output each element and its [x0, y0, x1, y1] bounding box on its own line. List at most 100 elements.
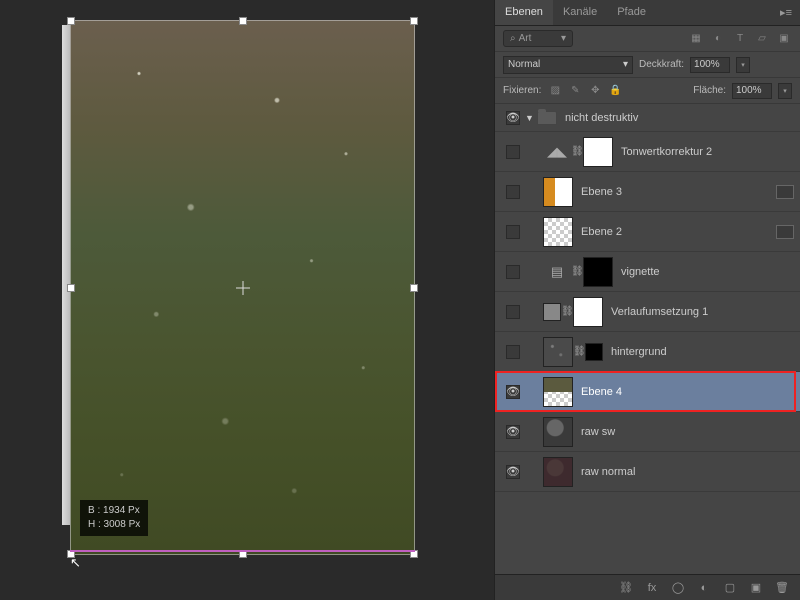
layer-row-tonwertkorrektur[interactable]: ◢◣ ⛓ Tonwertkorrektur 2: [495, 132, 800, 172]
layer-filter-select[interactable]: ⌕ Art ▾: [503, 30, 573, 47]
layer-name[interactable]: hintergrund: [611, 346, 667, 358]
levels-adjustment-icon: ◢◣: [543, 145, 571, 159]
visibility-toggle[interactable]: [506, 225, 520, 239]
layer-row-vignette[interactable]: ▤ ⛓ vignette: [495, 252, 800, 292]
disclosure-triangle-icon[interactable]: ▼: [525, 113, 537, 123]
layers-list: 👁 ▼ nicht destruktiv ◢◣ ⛓ Tonwertkorrekt…: [495, 104, 800, 558]
dimensions-tooltip: B : 1934 Px H : 3008 Px: [80, 500, 148, 536]
lock-position-icon[interactable]: ✥: [587, 84, 603, 98]
gradient-map-icon: [543, 303, 561, 321]
filter-shape-icon[interactable]: ▱: [754, 32, 770, 46]
layer-row-rawnormal[interactable]: 👁 raw normal: [495, 452, 800, 492]
layer-name[interactable]: raw normal: [581, 466, 635, 478]
layer-name[interactable]: Tonwertkorrektur 2: [621, 146, 712, 158]
filter-type-icon[interactable]: T: [732, 32, 748, 46]
layer-name[interactable]: nicht destruktiv: [565, 112, 638, 124]
fill-flyout-button[interactable]: ▾: [778, 83, 792, 99]
visibility-toggle[interactable]: [506, 185, 520, 199]
eye-icon: 👁: [506, 425, 520, 438]
visibility-toggle[interactable]: 👁: [506, 465, 520, 479]
link-icon: ⛓: [561, 306, 573, 317]
layer-thumb[interactable]: [543, 217, 573, 247]
layer-name[interactable]: Ebene 2: [581, 226, 622, 238]
folder-icon: [537, 111, 557, 125]
fx-badge-icon[interactable]: [776, 225, 794, 239]
visibility-toggle[interactable]: [506, 305, 520, 319]
opacity-label: Deckkraft:: [639, 59, 684, 70]
chevron-down-icon: ▾: [561, 33, 566, 44]
layer-row-verlauf[interactable]: ⛓ Verlaufumsetzung 1: [495, 292, 800, 332]
workspace: B : 1934 Px H : 3008 Px ↖: [0, 0, 494, 600]
fx-badge-icon[interactable]: [776, 185, 794, 199]
layers-panel: Ebenen Kanäle Pfade ▸≡ ⌕ Art ▾ ▦ ◐ T ▱ ▣…: [494, 0, 800, 600]
new-layer-icon[interactable]: ▣: [748, 581, 764, 595]
layer-mask-thumb[interactable]: [573, 297, 603, 327]
layer-row-ebene3[interactable]: Ebene 3: [495, 172, 800, 212]
handle-mid-left[interactable]: [67, 284, 75, 292]
layer-row-ebene4[interactable]: 👁 Ebene 4: [495, 372, 800, 412]
transform-baseline: [70, 550, 415, 552]
filter-smart-icon[interactable]: ▣: [776, 32, 792, 46]
layer-thumb[interactable]: [543, 377, 573, 407]
handle-top-mid[interactable]: [239, 17, 247, 25]
opacity-input[interactable]: 100%: [690, 57, 730, 73]
layer-mask-thumb[interactable]: [585, 343, 603, 361]
handle-top-right[interactable]: [410, 17, 418, 25]
visibility-toggle[interactable]: 👁: [506, 425, 520, 439]
link-icon: ⛓: [573, 346, 585, 357]
fx-icon[interactable]: fx: [644, 581, 660, 595]
handle-mid-right[interactable]: [410, 284, 418, 292]
panel-footer: ⛓ fx ◯ ◐ ▢ ▣ 🗑: [495, 574, 800, 600]
layer-thumb[interactable]: [543, 177, 573, 207]
visibility-toggle[interactable]: 👁: [506, 111, 520, 125]
layer-row-rawsw[interactable]: 👁 raw sw: [495, 412, 800, 452]
filter-adjustment-icon[interactable]: ◐: [710, 32, 726, 46]
tab-layers[interactable]: Ebenen: [495, 0, 553, 25]
filter-pixel-icon[interactable]: ▦: [688, 32, 704, 46]
blend-opacity-row: Normal ▾ Deckkraft: 100% ▾: [495, 52, 800, 78]
visibility-toggle[interactable]: [506, 265, 520, 279]
tab-channels[interactable]: Kanäle: [553, 0, 607, 25]
layer-name[interactable]: vignette: [621, 266, 660, 278]
trash-icon[interactable]: 🗑: [774, 581, 790, 595]
dimension-height: H : 3008 Px: [88, 518, 140, 532]
fill-input[interactable]: 100%: [732, 83, 772, 99]
layer-name[interactable]: Verlaufumsetzung 1: [611, 306, 708, 318]
transform-bounding-box[interactable]: [70, 20, 415, 555]
layer-mask-thumb[interactable]: [583, 137, 613, 167]
layer-name[interactable]: raw sw: [581, 426, 615, 438]
lock-pixels-icon[interactable]: ✎: [567, 84, 583, 98]
opacity-flyout-button[interactable]: ▾: [736, 57, 750, 73]
layer-thumb[interactable]: [543, 457, 573, 487]
add-mask-icon[interactable]: ◯: [670, 581, 686, 595]
visibility-toggle[interactable]: [506, 345, 520, 359]
layer-name[interactable]: Ebene 3: [581, 186, 622, 198]
panel-options-row: ⌕ Art ▾ ▦ ◐ T ▱ ▣: [495, 26, 800, 52]
layer-group-row[interactable]: 👁 ▼ nicht destruktiv: [495, 104, 800, 132]
handle-top-left[interactable]: [67, 17, 75, 25]
transform-center-icon[interactable]: [236, 281, 250, 295]
link-layers-icon[interactable]: ⛓: [618, 581, 634, 595]
blend-mode-select[interactable]: Normal ▾: [503, 56, 633, 74]
cursor-icon: ↖: [70, 555, 81, 571]
layer-mask-thumb[interactable]: [583, 257, 613, 287]
layer-thumb[interactable]: [543, 417, 573, 447]
chevron-down-icon: ▾: [623, 59, 628, 70]
layer-row-hintergrund[interactable]: ⛓ hintergrund: [495, 332, 800, 372]
lock-label: Fixieren:: [503, 85, 541, 96]
layer-row-ebene2[interactable]: Ebene 2: [495, 212, 800, 252]
lock-all-icon[interactable]: 🔒: [607, 84, 623, 98]
eye-icon: 👁: [506, 111, 520, 124]
layer-name[interactable]: Ebene 4: [581, 386, 622, 398]
layer-thumb[interactable]: [543, 337, 573, 367]
tab-paths[interactable]: Pfade: [607, 0, 656, 25]
lock-transparency-icon[interactable]: ▨: [547, 84, 563, 98]
new-group-icon[interactable]: ▢: [722, 581, 738, 595]
adjustment-layer-icon[interactable]: ◐: [696, 581, 712, 595]
fill-label: Fläche:: [693, 85, 726, 96]
eye-icon: 👁: [506, 465, 520, 478]
search-icon: ⌕: [510, 33, 516, 44]
visibility-toggle[interactable]: [506, 145, 520, 159]
visibility-toggle[interactable]: 👁: [506, 385, 520, 399]
panel-menu-icon[interactable]: ▸≡: [772, 0, 800, 25]
